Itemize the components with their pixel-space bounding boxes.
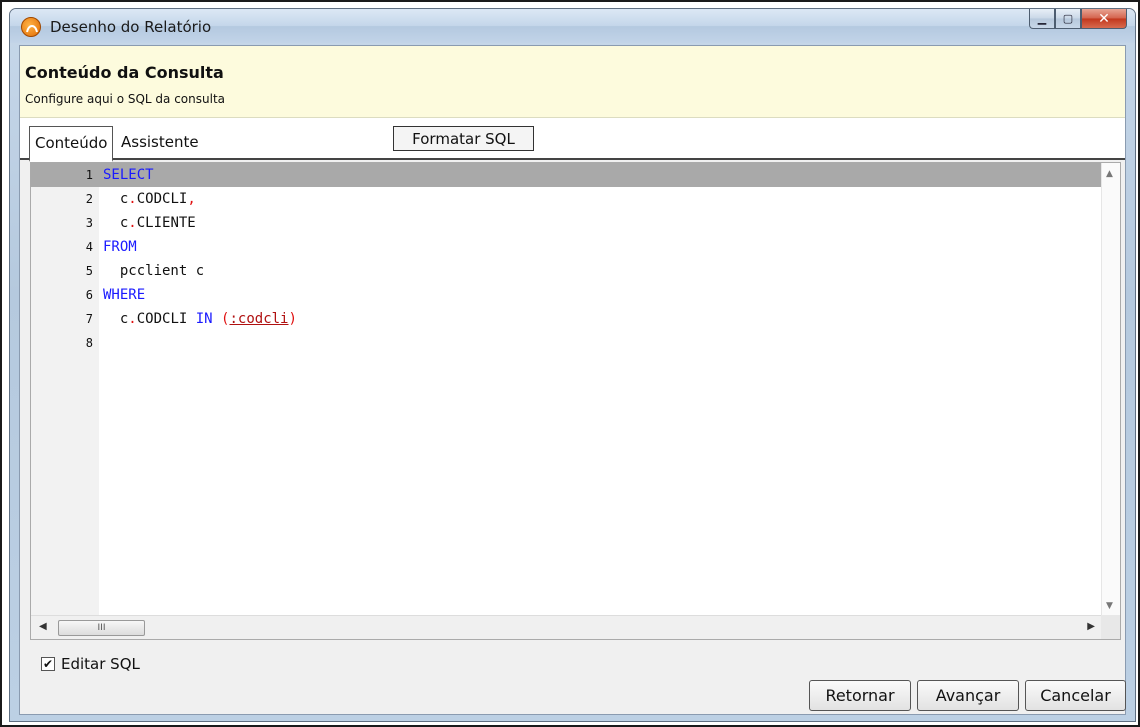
horizontal-scroll-thumb[interactable]: III: [58, 620, 145, 636]
code-text: c.CODCLI,: [103, 187, 196, 211]
code-token: CODCLI: [136, 191, 188, 207]
line-number: 1: [85, 168, 93, 182]
code-text: c.CLIENTE: [103, 211, 196, 235]
code-token: ,: [187, 191, 196, 207]
edit-sql-option[interactable]: ✔ Editar SQL: [41, 655, 140, 673]
dialog-window: Desenho do Relatório ▁ ▢ ✕ Conteúdo da C…: [9, 8, 1136, 722]
code-text: pcclient c: [103, 259, 204, 283]
title-bar[interactable]: Desenho do Relatório ▁ ▢ ✕: [10, 9, 1135, 43]
code-token: CLIENTE: [136, 215, 196, 231]
format-sql-button[interactable]: Formatar SQL: [393, 126, 534, 151]
line-number: 3: [85, 216, 93, 230]
window-controls: ▁ ▢ ✕: [1029, 9, 1127, 31]
line-number: 6: [85, 288, 93, 302]
code-token: c: [103, 311, 129, 327]
header-panel: Conteúdo da Consulta Configure aqui o SQ…: [20, 46, 1125, 118]
close-icon: ✕: [1098, 10, 1110, 27]
code-line[interactable]: 5 pcclient c: [31, 259, 1103, 283]
line-number: 8: [85, 336, 93, 350]
scroll-down-icon[interactable]: ▼: [1106, 601, 1113, 611]
code-token: .: [128, 191, 137, 207]
code-token: pcclient c: [103, 263, 205, 279]
line-number: 7: [85, 312, 93, 326]
scroll-corner: [1101, 615, 1120, 639]
code-token: IN: [195, 311, 213, 327]
page-title: Conteúdo da Consulta: [25, 63, 224, 82]
app-logo-icon: [21, 17, 41, 37]
horizontal-scrollbar[interactable]: ◀ III ▶: [31, 615, 1103, 639]
close-button[interactable]: ✕: [1081, 9, 1127, 29]
next-button[interactable]: Avançar: [917, 680, 1019, 711]
scroll-left-icon[interactable]: ◀: [39, 621, 47, 632]
code-line[interactable]: 3 c.CLIENTE: [31, 211, 1103, 235]
sql-editor[interactable]: 1 SELECT 2 c.CODCLI, 3 c.CLIENTE 4 FROM 5 pccl…: [30, 162, 1121, 640]
code-token: WHERE: [103, 287, 146, 303]
checkmark-icon: ✔: [42, 657, 54, 671]
code-text: WHERE: [103, 283, 145, 307]
code-token: .: [128, 311, 137, 327]
code-line[interactable]: 6 WHERE: [31, 283, 1103, 307]
maximize-icon: ▢: [1062, 12, 1074, 25]
vertical-scrollbar[interactable]: ▲ ▼: [1101, 163, 1120, 617]
code-line[interactable]: 4 FROM: [31, 235, 1103, 259]
code-text: SELECT: [103, 163, 154, 187]
maximize-button[interactable]: ▢: [1055, 9, 1081, 29]
code-line[interactable]: 1 SELECT: [31, 163, 1103, 187]
code-text: c.CODCLI IN (:codcli): [103, 307, 297, 331]
window-title: Desenho do Relatório: [50, 18, 212, 36]
code-token: .: [128, 215, 137, 231]
screenshot-frame: Desenho do Relatório ▁ ▢ ✕ Conteúdo da C…: [0, 0, 1140, 727]
minimize-button[interactable]: ▁: [1029, 9, 1055, 29]
minimize-icon: ▁: [1037, 12, 1047, 25]
tab-conteudo[interactable]: Conteúdo: [29, 126, 113, 162]
code-token: FROM: [103, 239, 137, 255]
tab-strip: Conteúdo Assistente Formatar SQL: [20, 118, 1125, 162]
edit-sql-label: Editar SQL: [61, 655, 140, 673]
line-number: 2: [85, 192, 93, 206]
code-text: FROM: [103, 235, 137, 259]
code-token: c: [103, 215, 129, 231]
code-token: :codcli: [229, 311, 289, 327]
code-line[interactable]: 8: [31, 331, 1103, 355]
line-number: 4: [85, 240, 93, 254]
cancel-button[interactable]: Cancelar: [1025, 680, 1126, 711]
page-subtitle: Configure aqui o SQL da consulta: [25, 92, 225, 106]
scroll-right-icon[interactable]: ▶: [1087, 621, 1095, 632]
scroll-up-icon[interactable]: ▲: [1106, 169, 1113, 179]
line-number: 5: [85, 264, 93, 278]
edit-sql-checkbox[interactable]: ✔: [41, 657, 55, 671]
code-line[interactable]: 2 c.CODCLI,: [31, 187, 1103, 211]
code-token: c: [103, 191, 129, 207]
dialog-content: Conteúdo da Consulta Configure aqui o SQ…: [19, 45, 1126, 715]
code-token: SELECT: [103, 167, 154, 183]
code-token: ): [288, 311, 297, 327]
tab-assistente[interactable]: Assistente: [116, 126, 204, 160]
back-button[interactable]: Retornar: [809, 680, 911, 711]
code-line[interactable]: 7 c.CODCLI IN (:codcli): [31, 307, 1103, 331]
code-token: CODCLI: [136, 311, 196, 327]
